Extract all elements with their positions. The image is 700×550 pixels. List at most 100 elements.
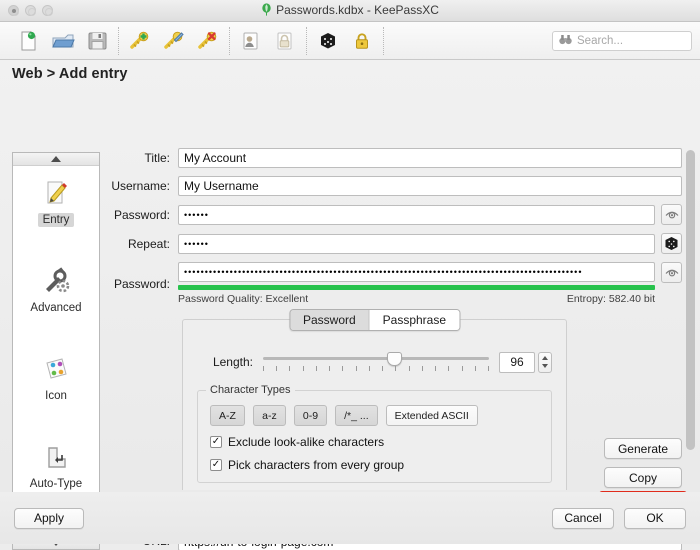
key-delete-icon — [198, 31, 217, 49]
sidebar-item-label: Advanced — [30, 302, 82, 314]
charset-uppercase-button[interactable]: A-Z — [210, 405, 245, 426]
copy-button[interactable]: Copy — [604, 467, 682, 488]
password-entropy-label: Entropy: 582.40 bit — [566, 293, 655, 305]
generator-mode-tabs: Password Passphrase — [288, 309, 461, 331]
dialog-footer: Apply Cancel OK — [0, 492, 700, 544]
lock-database-button[interactable] — [347, 27, 377, 55]
password-row: Password: •••••• — [110, 204, 682, 225]
username-input[interactable]: My Username — [178, 176, 682, 196]
every-group-row[interactable]: ✓ Pick characters from every group — [210, 458, 539, 472]
window-title-container: Passwords.kdbx - KeePassXC — [0, 3, 700, 19]
username-card-icon — [243, 32, 258, 49]
copy-password-button[interactable] — [270, 27, 300, 55]
dice-icon — [665, 237, 678, 250]
entry-form: Title: My Account Username: My Username … — [110, 148, 682, 490]
scroll-up-arrow-icon — [51, 156, 61, 162]
every-group-checkbox[interactable]: ✓ — [210, 459, 222, 471]
save-database-button[interactable] — [82, 27, 112, 55]
search-placeholder: Search... — [577, 34, 624, 47]
every-group-label: Pick characters from every group — [228, 458, 405, 472]
username-label: Username: — [111, 179, 170, 193]
minimize-button[interactable] — [25, 5, 36, 16]
zoom-button[interactable] — [42, 5, 53, 16]
copy-username-button[interactable] — [236, 27, 266, 55]
generated-password-label: Password: — [113, 276, 170, 291]
generated-password-reveal-button[interactable] — [661, 262, 682, 283]
password-quality-bar — [178, 285, 655, 290]
charset-numbers-button[interactable]: 0-9 — [293, 405, 328, 426]
open-database-button[interactable] — [48, 27, 78, 55]
sidebar-item-advanced[interactable]: Advanced — [13, 260, 99, 348]
toolbar-group-database — [8, 24, 118, 58]
title-row: Title: My Account — [110, 148, 682, 168]
spinner-down-arrow-icon[interactable] — [542, 363, 548, 368]
ok-button[interactable]: OK — [624, 507, 686, 529]
exclude-lookalike-row[interactable]: ✓ Exclude look-alike characters — [210, 435, 539, 449]
form-scrollbar[interactable] — [686, 150, 695, 550]
edit-entry-button[interactable] — [159, 27, 189, 55]
password-reveal-button[interactable] — [661, 204, 682, 225]
sidebar-scroll-up-button[interactable] — [13, 153, 99, 166]
username-row: Username: My Username — [110, 176, 682, 196]
eye-icon — [665, 211, 678, 219]
delete-entry-button[interactable] — [193, 27, 223, 55]
sidebar-item-label: Auto-Type — [29, 478, 83, 490]
generated-password-input[interactable]: ••••••••••••••••••••••••••••••••••••••••… — [178, 262, 655, 282]
new-database-button[interactable] — [14, 27, 44, 55]
spinner-up-arrow-icon[interactable] — [542, 356, 548, 361]
length-value[interactable]: 96 — [499, 351, 535, 373]
password-generator-button[interactable] — [313, 27, 343, 55]
title-input[interactable]: My Account — [178, 148, 682, 168]
keepassxc-window: Passwords.kdbx - KeePassXC Search... Web… — [0, 0, 700, 550]
generated-password-row: Password: ••••••••••••••••••••••••••••••… — [110, 262, 682, 305]
eye-icon — [665, 269, 678, 277]
cancel-button[interactable]: Cancel — [552, 507, 614, 529]
add-entry-button[interactable] — [125, 27, 155, 55]
color-palette-icon — [40, 354, 72, 384]
generate-button[interactable]: Generate — [604, 438, 682, 459]
tab-passphrase[interactable]: Passphrase — [368, 310, 460, 330]
page-title: Web > Add entry — [12, 66, 128, 82]
exclude-lookalike-label: Exclude look-alike characters — [228, 435, 385, 449]
password-generator-panel: Password Passphrase Length: 96 Character… — [182, 309, 567, 490]
enter-key-icon — [40, 442, 72, 472]
charset-special-button[interactable]: /*_ ... — [335, 405, 378, 426]
window-controls — [0, 5, 53, 16]
tab-password[interactable]: Password — [289, 310, 369, 330]
main-toolbar: Search... — [0, 22, 700, 60]
password-input[interactable]: •••••• — [178, 204, 655, 225]
sidebar-item-entry[interactable]: Entry — [13, 172, 99, 260]
slider-thumb[interactable] — [387, 352, 403, 366]
sidebar-item-icon[interactable]: Icon — [13, 348, 99, 436]
key-edit-icon — [164, 31, 184, 49]
search-input[interactable]: Search... — [552, 30, 692, 51]
length-slider[interactable] — [263, 350, 489, 374]
footer-right-buttons: Cancel OK — [552, 507, 686, 529]
slider-ticks — [263, 366, 489, 371]
toolbar-group-tools — [307, 24, 383, 58]
repeat-input[interactable]: •••••• — [178, 233, 655, 254]
length-label: Length: — [212, 355, 253, 369]
length-stepper[interactable]: 96 — [499, 351, 552, 373]
open-generator-button[interactable] — [661, 233, 682, 254]
exclude-lookalike-checkbox[interactable]: ✓ — [210, 436, 222, 448]
sidebar-item-label: Entry — [37, 213, 75, 227]
charset-lowercase-button[interactable]: a-z — [252, 405, 286, 426]
dice-icon — [321, 32, 335, 48]
open-folder-icon — [52, 34, 75, 47]
password-quality-row: Password Quality: Excellent Entropy: 582… — [178, 293, 655, 305]
length-row: Length: 96 — [197, 350, 552, 374]
close-button[interactable] — [8, 5, 19, 16]
footer-apply-button[interactable]: Apply — [14, 507, 84, 529]
length-stepper-arrows[interactable] — [538, 351, 552, 373]
toolbar-separator-4 — [383, 26, 384, 55]
key-add-icon — [130, 31, 149, 49]
character-types-caption: Character Types — [206, 384, 295, 396]
repeat-row: Repeat: •••••• — [110, 233, 682, 254]
padlock-icon — [356, 32, 368, 49]
form-scrollbar-thumb[interactable] — [686, 150, 695, 450]
password-label: Password: — [113, 207, 170, 222]
floppy-disk-icon — [88, 32, 106, 50]
password-card-icon — [277, 32, 292, 49]
charset-extended-ascii-button[interactable]: Extended ASCII — [385, 405, 478, 426]
